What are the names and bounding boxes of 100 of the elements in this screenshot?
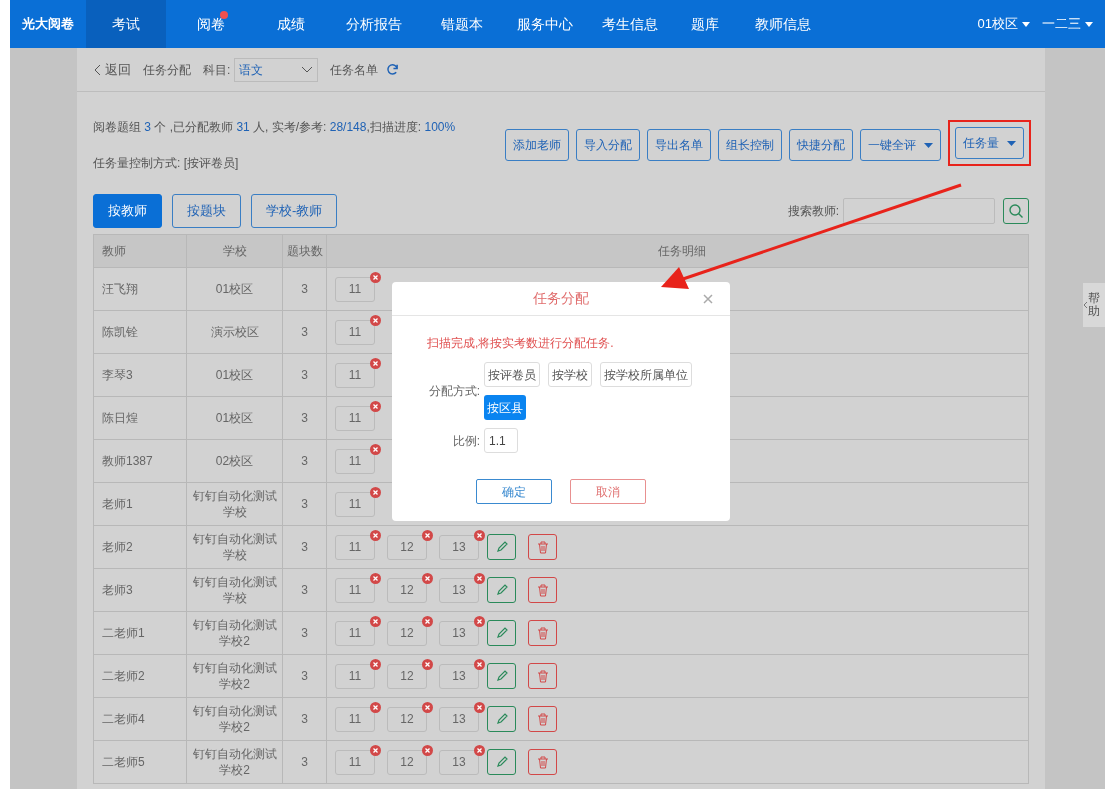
method-option[interactable]: 按区县 [484,395,526,420]
edit-button[interactable] [487,577,516,603]
delete-button[interactable] [528,620,557,646]
search-icon [1009,204,1023,218]
caret-icon [1085,21,1093,27]
edit-button[interactable] [487,706,516,732]
chevron-left-icon [93,63,101,76]
table-cell: 二老师1 [102,625,145,641]
table-cell-text: 01校区 [214,281,255,297]
ratio-field[interactable]: 1.1 [484,428,518,453]
remove-icon[interactable] [474,572,485,584]
view-tab[interactable]: 学校-教师 [251,194,338,228]
dialog-title: 任务分配 [533,289,589,308]
table-cell: 教师1387 [102,453,153,469]
remove-icon[interactable] [474,701,485,713]
cancel-button[interactable]: 取消 [570,479,646,504]
table-cell: 3 [301,711,308,727]
delete-button[interactable] [528,706,557,732]
view-tab[interactable]: 按教师 [93,194,162,228]
nav-tab[interactable]: 错题本 [422,0,502,48]
ratio-label: 比例: [451,432,481,450]
remove-icon[interactable] [370,443,381,455]
nav-tab[interactable]: 考生信息 [588,0,672,48]
caret-icon [1007,140,1016,146]
close-icon[interactable] [703,294,713,304]
remove-icon[interactable] [370,572,381,584]
remove-icon[interactable] [370,271,381,283]
remove-icon[interactable] [422,529,433,541]
search-field[interactable] [843,198,995,224]
pencil-icon [494,540,509,554]
remove-icon[interactable] [370,357,381,369]
delete-button[interactable] [528,534,557,560]
action-button[interactable]: 任务量 [955,127,1024,159]
table-cell: 3 [301,324,308,340]
help-tab[interactable]: 帮助 [1083,283,1105,327]
table-cell: 老师3 [102,582,133,598]
remove-icon[interactable] [422,658,433,670]
method-option[interactable]: 按学校所属单位 [600,362,692,387]
nav-tab[interactable]: 考试 [86,0,166,48]
nav-tab[interactable]: 题库 [672,0,738,48]
delete-button[interactable] [528,749,557,775]
remove-icon[interactable] [474,658,485,670]
remove-icon[interactable] [370,658,381,670]
edit-button[interactable] [487,534,516,560]
search-button[interactable] [1003,198,1029,224]
method-option[interactable]: 按学校 [548,362,592,387]
remove-icon[interactable] [370,486,381,498]
account-dropdown[interactable]: 01校区 [977,14,1030,34]
trash-icon [536,540,549,554]
method-label: 分配方式: [427,383,481,400]
edit-button[interactable] [487,663,516,689]
action-button[interactable]: 添加老师 [505,129,569,161]
table-cell: 老师1 [102,496,133,512]
trash-icon [536,626,549,640]
delete-button[interactable] [528,577,557,603]
pencil-icon [494,712,509,726]
remove-icon[interactable] [474,529,485,541]
remove-icon[interactable] [474,744,485,756]
remove-icon[interactable] [370,314,381,326]
table-cell: 钉钉自动化测试学校 [191,488,278,520]
action-button[interactable]: 导出名单 [647,129,711,161]
column-header: 题块数 [286,243,323,260]
delete-button[interactable] [528,663,557,689]
nav-tab[interactable]: 分析报告 [326,0,422,48]
remove-icon[interactable] [474,615,485,627]
method-option[interactable]: 按评卷员 [484,362,540,387]
table-cell: 二老师4 [102,711,145,727]
remove-icon[interactable] [422,615,433,627]
pencil-icon [494,626,509,640]
edit-button[interactable] [487,620,516,646]
remove-icon[interactable] [422,744,433,756]
nav-tab[interactable]: 成绩 [256,0,326,48]
table-cell: 钉钉自动化测试学校2 [191,703,278,735]
subject-select[interactable]: 语文 [234,57,319,82]
table-cell: 3 [301,539,308,555]
table-cell: 钉钉自动化测试学校2 [191,660,278,692]
table-cell: 老师2 [102,539,133,555]
action-button[interactable]: 导入分配 [576,129,640,161]
refresh-icon[interactable] [386,63,400,76]
remove-icon[interactable] [370,400,381,412]
remove-icon[interactable] [370,744,381,756]
account-dropdown[interactable]: 一二三 [1042,14,1093,34]
nav-tab[interactable]: 服务中心 [502,0,588,48]
table-cell: 3 [301,367,308,383]
nav-tab[interactable]: 阅卷 [166,0,256,48]
view-tab[interactable]: 按题块 [172,194,241,228]
remove-icon[interactable] [422,572,433,584]
edit-button[interactable] [487,749,516,775]
remove-icon[interactable] [422,701,433,713]
trash-icon [536,712,549,726]
nav-tab[interactable]: 教师信息 [738,0,828,48]
back-link[interactable]: 返回 [93,59,131,80]
confirm-button[interactable]: 确定 [476,479,552,504]
action-button[interactable]: 一键全评 [860,129,941,161]
remove-icon[interactable] [370,615,381,627]
remove-icon[interactable] [370,529,381,541]
remove-icon[interactable] [370,701,381,713]
subject-label: 科目: [203,61,231,79]
action-button[interactable]: 组长控制 [718,129,782,161]
action-button[interactable]: 快捷分配 [789,129,853,161]
